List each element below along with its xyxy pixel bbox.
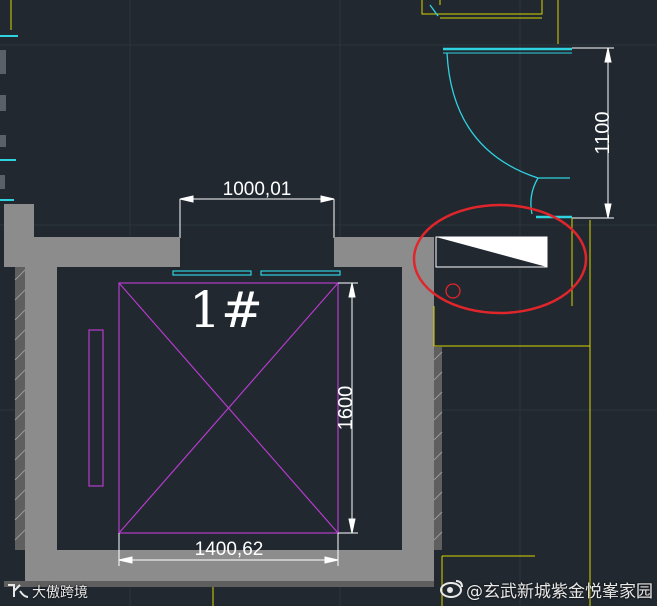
dimension-label-1400: 1400,62 [195,539,264,560]
left-edge-fragments [0,0,18,201]
watermark-left: 大傲跨境 [32,585,88,601]
call-panel[interactable] [435,236,548,268]
call-button-icon[interactable] [445,283,461,299]
weibo-icon [440,580,463,598]
dimension-label-1100: 1100 [592,111,614,154]
watermark-right: @玄武新城紫金悦峯家园 [466,582,653,602]
door-swing [429,4,572,219]
cad-drawing-canvas[interactable]: 1100 1000,01 1# 1600 1400,62 [0,0,657,606]
door-frame-lines [421,0,559,44]
elevator-label: 1# [189,281,263,339]
dimension-label-1600: 1600 [335,386,357,431]
dimension-1000 [179,195,335,238]
dimension-label-1000: 1000,01 [223,179,292,200]
